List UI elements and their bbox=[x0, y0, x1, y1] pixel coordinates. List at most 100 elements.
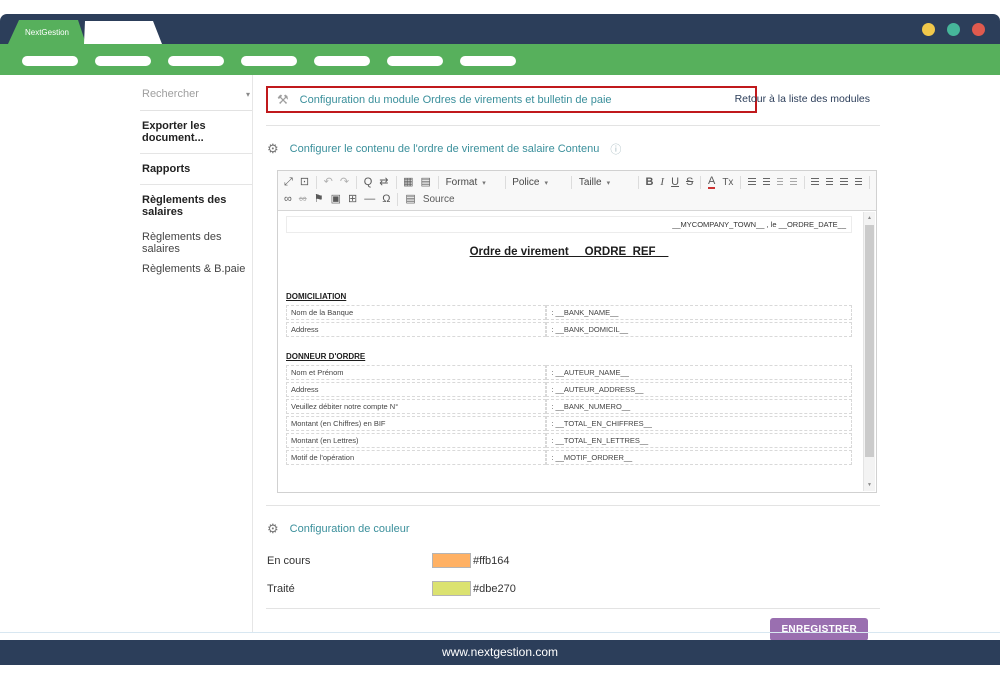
bold-button[interactable]: B bbox=[645, 177, 653, 188]
nav-pill[interactable] bbox=[241, 56, 297, 66]
table-row: Nom et Prénom : __AUTEUR_NAME__ bbox=[286, 365, 852, 380]
color-swatch-en-cours[interactable] bbox=[432, 553, 471, 568]
horizontal-rule-icon[interactable]: ― bbox=[364, 194, 375, 205]
scroll-down-icon[interactable]: ▼ bbox=[864, 482, 875, 488]
special-character-icon[interactable]: Ω bbox=[382, 194, 390, 205]
editor-scrollbar[interactable]: ▲ ▼ bbox=[863, 212, 875, 491]
nav-pill[interactable] bbox=[168, 56, 224, 66]
text-color-button[interactable]: A bbox=[708, 176, 715, 189]
link-icon[interactable]: ∞ bbox=[284, 194, 292, 205]
scroll-up-icon[interactable]: ▲ bbox=[864, 215, 875, 221]
brand-tab[interactable]: NextGestion bbox=[8, 20, 86, 44]
font-dropdown[interactable]: Police ▾ bbox=[512, 177, 564, 188]
scrollbar-thumb[interactable] bbox=[865, 225, 874, 457]
nav-pill[interactable] bbox=[387, 56, 443, 66]
align-left-icon[interactable] bbox=[811, 178, 819, 187]
divider bbox=[266, 505, 880, 506]
save-button[interactable]: ENREGISTRER bbox=[770, 618, 868, 641]
align-justify-icon[interactable] bbox=[855, 178, 863, 187]
row-value: : __TOTAL_EN_CHIFFRES__ bbox=[546, 416, 852, 431]
main-content: ⚒ Configuration du module Ordres de vire… bbox=[266, 75, 880, 641]
info-icon[interactable]: ⓘ bbox=[610, 141, 621, 157]
nav-pill[interactable] bbox=[22, 56, 78, 66]
row-label: Nom de la Banque bbox=[286, 305, 546, 320]
redo-icon[interactable]: ↷ bbox=[340, 177, 349, 188]
underline-button[interactable]: U bbox=[671, 177, 679, 188]
sidebar: Rechercher ▾ Exporter les document... Ra… bbox=[140, 84, 252, 279]
undo-icon[interactable]: ↶ bbox=[324, 177, 333, 188]
content-section-header: ⚙ Configurer le contenu de l'ordre de vi… bbox=[267, 141, 880, 157]
nav-pill[interactable] bbox=[95, 56, 151, 66]
row-value: : __BANK_NUMERO__ bbox=[546, 399, 852, 414]
align-center-icon[interactable] bbox=[826, 178, 834, 187]
table-row: Address : __BANK_DOMICIL__ bbox=[286, 322, 852, 337]
outdent-icon[interactable] bbox=[777, 178, 783, 187]
numbered-list-icon[interactable] bbox=[748, 178, 756, 187]
row-label: Nom et Prénom bbox=[286, 365, 546, 380]
size-dropdown[interactable]: Taille ▾ bbox=[579, 177, 631, 188]
window-dot-teal[interactable] bbox=[947, 23, 960, 36]
search-dropdown[interactable]: Rechercher ▾ bbox=[140, 84, 252, 111]
italic-button[interactable]: I bbox=[660, 177, 664, 188]
source-button[interactable]: Source bbox=[423, 195, 455, 205]
anchor-icon[interactable]: ⚑ bbox=[314, 194, 324, 205]
chevron-down-icon: ▾ bbox=[246, 90, 250, 99]
indent-icon[interactable] bbox=[790, 178, 796, 187]
source-doc-icon[interactable]: ▤ bbox=[405, 194, 415, 205]
color-hex-value: #dbe270 bbox=[473, 583, 516, 595]
replace-icon[interactable]: ⇄ bbox=[379, 177, 388, 188]
back-to-modules-link[interactable]: Retour à la liste des modules bbox=[735, 93, 870, 105]
nav-pill[interactable] bbox=[460, 56, 516, 66]
table-icon[interactable]: ⊞ bbox=[348, 194, 357, 205]
strikethrough-button[interactable]: S bbox=[686, 177, 693, 188]
toolbar-separator bbox=[396, 176, 397, 189]
unlink-icon[interactable]: ∞ bbox=[299, 194, 307, 205]
page-title: Configuration du module Ordres de vireme… bbox=[300, 94, 612, 106]
content-section-title: Configurer le contenu de l'ordre de vire… bbox=[290, 143, 600, 155]
show-blocks-icon[interactable]: ▤ bbox=[421, 177, 431, 188]
footer-url: www.nextgestion.com bbox=[442, 645, 558, 659]
nav-menu bbox=[22, 56, 516, 66]
sidebar-item-reglements-salaires[interactable]: Règlements des salaires bbox=[140, 227, 252, 259]
sidebar-divider bbox=[252, 75, 253, 632]
sidebar-item-exporter[interactable]: Exporter les document... bbox=[140, 111, 252, 154]
row-label: Motif de l'opération bbox=[286, 450, 546, 465]
divider bbox=[266, 125, 880, 126]
align-right-icon[interactable] bbox=[840, 178, 848, 187]
toolbar-separator bbox=[438, 176, 439, 189]
module-title-highlight: ⚒ Configuration du module Ordres de vire… bbox=[266, 86, 757, 113]
table-row: Veuillez débiter notre compte N° : __BAN… bbox=[286, 399, 852, 414]
sidebar-item-reglements-bpaie[interactable]: Règlements & B.paie bbox=[140, 259, 252, 279]
sidebar-item-rapports[interactable]: Rapports bbox=[140, 154, 252, 185]
window-dot-yellow[interactable] bbox=[922, 23, 935, 36]
nav-pill[interactable] bbox=[314, 56, 370, 66]
format-dropdown[interactable]: Format ▾ bbox=[446, 177, 498, 188]
image-icon[interactable]: ▣ bbox=[331, 194, 341, 205]
find-icon[interactable]: Q bbox=[364, 177, 373, 188]
maximize-icon[interactable]: ⤢ bbox=[284, 177, 293, 188]
doc-title: Ordre de virement __ORDRE_REF__ bbox=[286, 246, 852, 258]
size-dropdown-label: Taille bbox=[579, 177, 602, 188]
secondary-tab[interactable] bbox=[84, 21, 162, 44]
domiciliation-table: Nom de la Banque : __BANK_NAME__ Address… bbox=[286, 303, 852, 339]
chevron-down-icon: ▾ bbox=[607, 179, 611, 187]
color-row-traite: Traité #dbe270 bbox=[267, 581, 880, 596]
color-swatch-traite[interactable] bbox=[432, 581, 471, 596]
toolbar-separator bbox=[397, 193, 398, 206]
row-value: : __AUTEUR_ADDRESS__ bbox=[546, 382, 852, 397]
row-label: Address bbox=[286, 382, 546, 397]
row-value: : __AUTEUR_NAME__ bbox=[546, 365, 852, 380]
editor-content-area[interactable]: __MYCOMPANY_TOWN__ , le __ORDRE_DATE__ O… bbox=[278, 211, 876, 492]
remove-format-button[interactable]: Tx bbox=[722, 178, 733, 188]
bulleted-list-icon[interactable] bbox=[763, 178, 771, 187]
page-bottom-divider bbox=[0, 632, 1000, 633]
row-label: Montant (en Chiffres) en BIF bbox=[286, 416, 546, 431]
sidebar-item-reglements-header[interactable]: Règlements des salaires bbox=[140, 185, 252, 227]
top-title-bar: NextGestion bbox=[0, 14, 1000, 44]
preview-icon[interactable]: ⊡ bbox=[300, 177, 309, 188]
select-all-icon[interactable]: ▦ bbox=[403, 177, 413, 188]
window-dot-red[interactable] bbox=[972, 23, 985, 36]
main-nav-bar bbox=[0, 44, 1000, 75]
table-row: Montant (en Lettres) : __TOTAL_EN_LETTRE… bbox=[286, 433, 852, 448]
editor-toolbar: ⤢ ⊡ ↶ ↷ Q ⇄ ▦ ▤ Format ▾ Police bbox=[278, 171, 876, 211]
